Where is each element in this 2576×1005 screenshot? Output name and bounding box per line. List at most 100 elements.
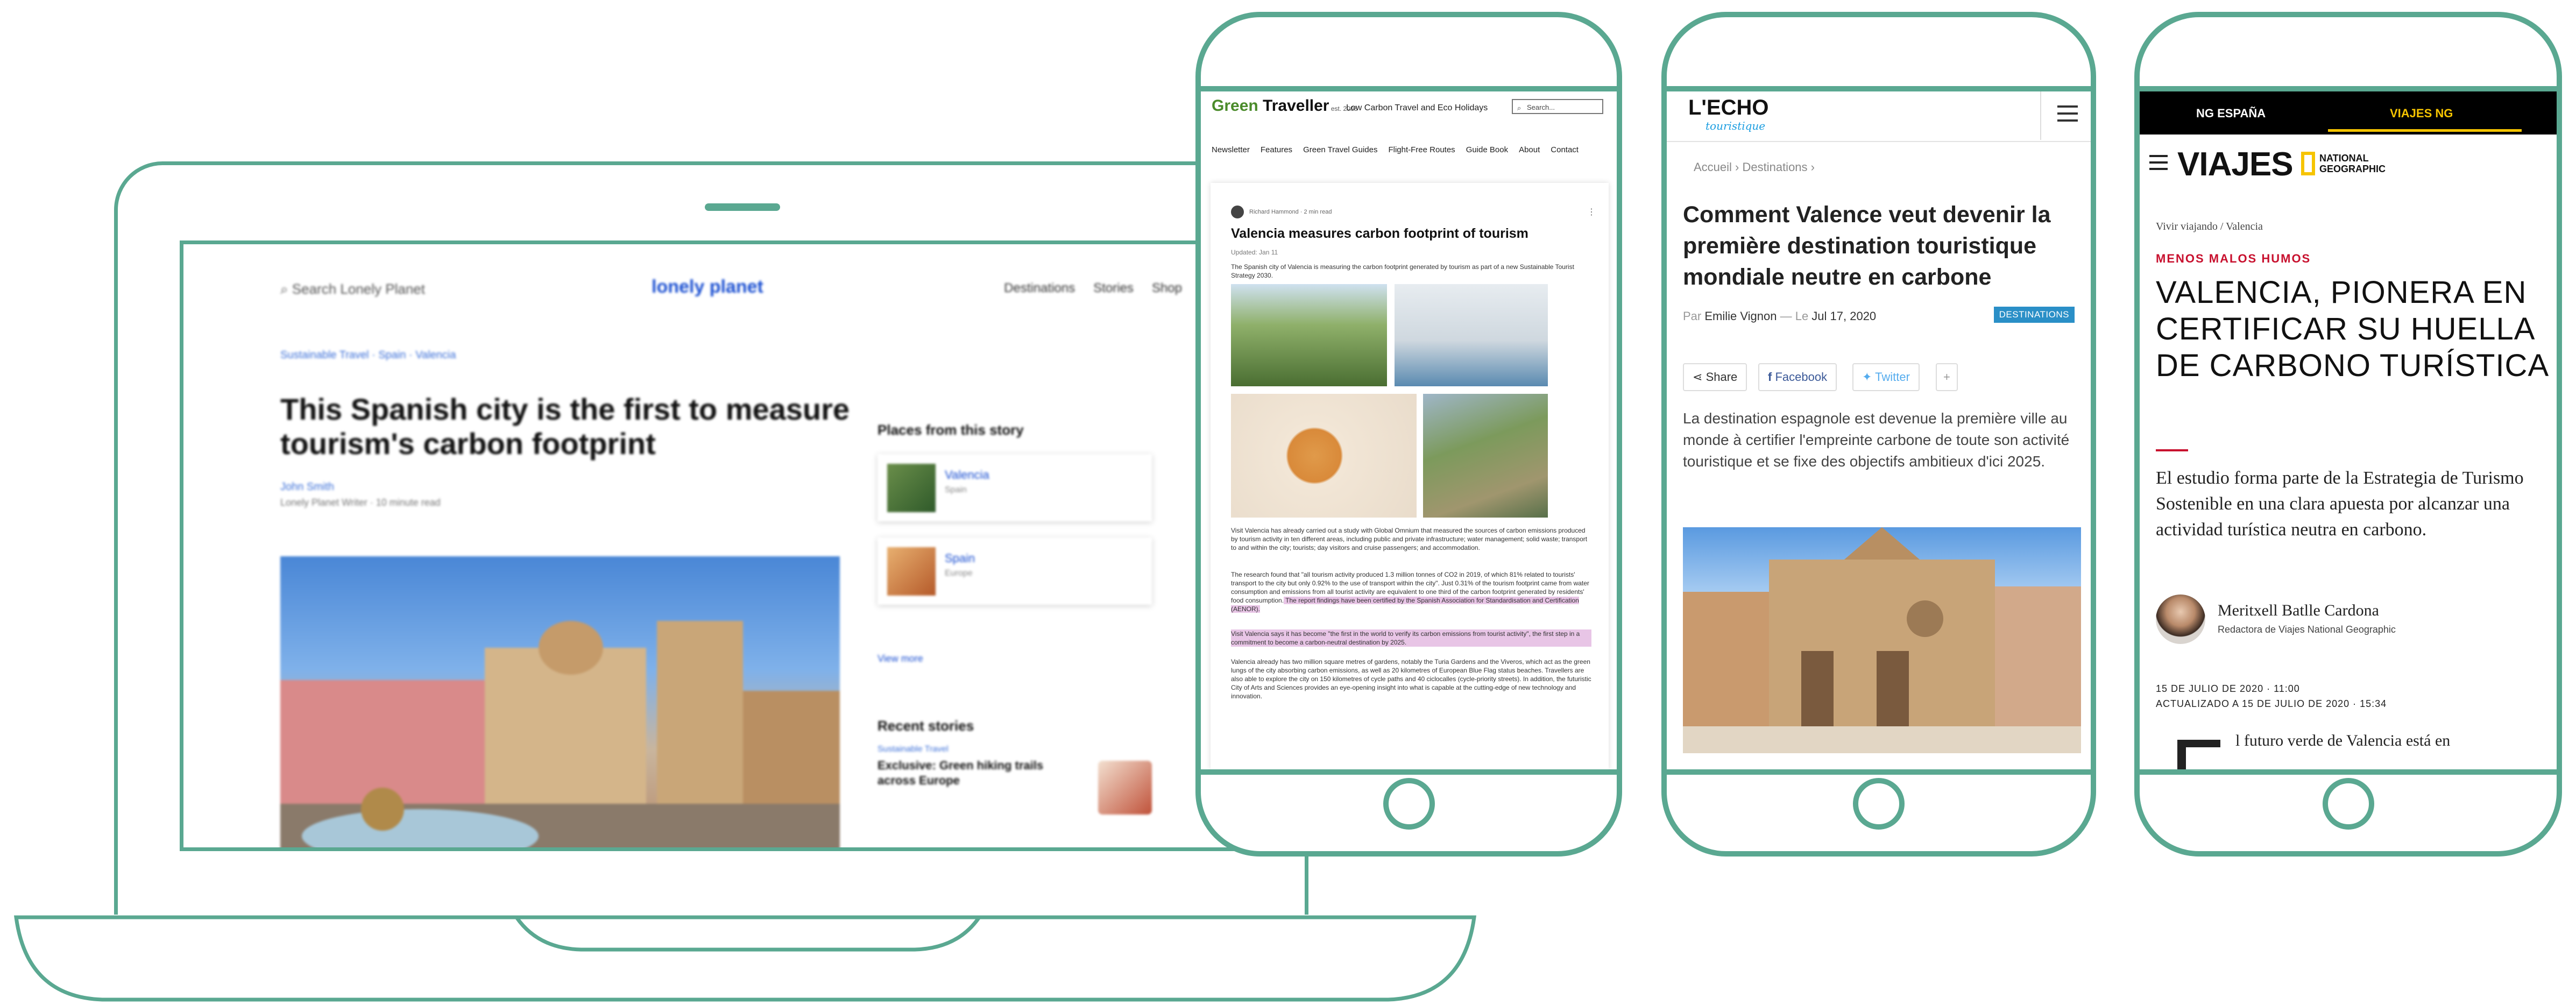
phone-screen: L'ECHO touristique Accueil › Destination… <box>1667 86 2091 775</box>
category-badge[interactable]: DESTINATIONS <box>1993 307 2075 323</box>
gt-nav-item[interactable]: Green Travel Guides <box>1303 145 1377 154</box>
ng-author[interactable]: Meritxell Batlle Cardona <box>2218 601 2379 620</box>
lp-breadcrumb[interactable]: Sustainable Travel · Spain · Valencia <box>280 349 456 362</box>
lp-author[interactable]: John Smith <box>280 481 334 493</box>
place-name: Spain <box>945 551 975 565</box>
gt-nav-item[interactable]: Guide Book <box>1466 145 1508 154</box>
gt-logo-green: Green <box>1212 97 1258 115</box>
ng-date: 15 DE JULIO DE 2020 · 11:00 <box>2156 683 2300 694</box>
breadcrumb[interactable]: Vivir viajando / Valencia <box>2156 221 2263 233</box>
tab-viajes-ng[interactable]: VIAJES NG <box>2390 107 2453 121</box>
place-thumbnail <box>887 547 936 596</box>
laptop-base <box>11 911 1480 1005</box>
twitter-button[interactable]: ✦ Twitter <box>1852 363 1920 391</box>
share-button[interactable]: ⋖ Share <box>1683 363 1747 391</box>
phone-green-traveller: Green Traveller est. 2006 Low Carbon Tra… <box>1195 12 1622 857</box>
gt-photo-paella <box>1231 394 1417 518</box>
twitter-label: Twitter <box>1875 370 1910 384</box>
gt-logo[interactable]: Green Traveller est. 2006 <box>1212 97 1357 115</box>
gt-nav: Newsletter Features Green Travel Guides … <box>1212 145 1579 154</box>
plus-icon: + <box>1943 370 1950 384</box>
place-name: Valencia <box>945 468 989 482</box>
ng-lead: El estudio forma parte de la Estrategia … <box>2156 468 2524 540</box>
home-button[interactable] <box>2322 778 2374 830</box>
lp-recent-title[interactable]: Exclusive: Green hiking trails across Eu… <box>877 758 1082 788</box>
lp-view-more-link[interactable]: View more <box>877 653 923 664</box>
viajes-logo[interactable]: VIAJES <box>2177 145 2294 183</box>
more-options-icon[interactable]: ⋮ <box>1587 207 1596 217</box>
gt-search-placeholder: Search... <box>1527 103 1555 111</box>
twitter-icon: ✦ <box>1862 370 1872 384</box>
gt-nav-item[interactable]: Contact <box>1551 145 1579 154</box>
hamburger-icon <box>2057 105 2078 126</box>
drop-cap-icon <box>2177 740 2220 747</box>
share-label: Share <box>1705 370 1738 384</box>
lp-recent-thumbnail[interactable] <box>1098 761 1152 815</box>
avatar[interactable] <box>2156 594 2205 644</box>
gt-photo-building <box>1395 284 1548 386</box>
facebook-icon: f <box>1768 370 1772 384</box>
ng-updated-date: ACTUALIZADO A 15 DE JULIO DE 2020 · 15:3… <box>2156 698 2387 709</box>
gt-search-input[interactable]: ⌕ Search... <box>1512 99 1603 114</box>
lp-nav-item[interactable]: Shop <box>1152 281 1182 296</box>
breadcrumb[interactable]: Accueil › Destinations › <box>1694 160 1815 174</box>
gt-nav-item[interactable]: Flight-Free Routes <box>1388 145 1455 154</box>
ng-author-role: Redactora de Viajes National Geographic <box>2218 624 2396 635</box>
tab-ng-espana[interactable]: NG ESPAÑA <box>2196 107 2266 121</box>
gt-photo-gardens <box>1231 284 1387 386</box>
byline-prefix: Par <box>1683 309 1705 323</box>
phone-viajes-ng: NG ESPAÑA VIAJES NG VIAJES NATIONAL GEOGR… <box>2134 12 2562 857</box>
natgeo-wordmark: NATIONAL GEOGRAPHIC <box>2319 153 2386 174</box>
gt-logo-traveller: Traveller <box>1258 97 1329 115</box>
lp-search-button[interactable]: ⌕ Search Lonely Planet <box>280 281 425 298</box>
active-tab-indicator <box>2328 129 2522 132</box>
gt-paragraph: Visit Valencia has already carried out a… <box>1231 527 1588 551</box>
lp-meta: Lonely Planet Writer · 10 minute read <box>280 497 441 508</box>
byline-date-prefix: — Le <box>1777 309 1812 323</box>
gt-nav-item[interactable]: Features <box>1261 145 1292 154</box>
lp-search-label: Search Lonely Planet <box>292 281 425 297</box>
menu-button[interactable] <box>2040 91 2091 140</box>
search-icon: ⌕ <box>1517 104 1521 112</box>
more-share-button[interactable]: + <box>1936 363 1958 391</box>
avatar[interactable] <box>1231 206 1244 218</box>
gt-author[interactable]: Richard Hammond · 2 min read <box>1249 209 1332 215</box>
lecho-article-title: Comment Valence veut devenir la première… <box>1683 202 2051 290</box>
natgeo-word: GEOGRAPHIC <box>2319 164 2386 174</box>
home-button[interactable] <box>1383 778 1435 830</box>
lecho-logo[interactable]: L'ECHO <box>1688 96 1769 120</box>
phone-screen: NG ESPAÑA VIAJES NG VIAJES NATIONAL GEOGR… <box>2140 86 2557 775</box>
kicker: MENOS MALOS HUMOS <box>2156 252 2311 265</box>
lp-nav-item[interactable]: Stories <box>1093 281 1134 296</box>
valencia-plaza-illustration <box>280 621 840 847</box>
phone-lecho: L'ECHO touristique Accueil › Destination… <box>1661 12 2096 857</box>
facebook-label: Facebook <box>1775 370 1828 384</box>
gt-article-title: Valencia measures carbon footprint of to… <box>1231 226 1528 241</box>
lp-place-card[interactable]: Valencia Spain <box>877 454 1152 521</box>
place-sub: Spain <box>945 485 967 494</box>
lp-nav: Destinations Stories Shop <box>1004 281 1182 296</box>
cathedral-illustration <box>1683 527 2081 753</box>
lp-nav-item[interactable]: Destinations <box>1004 281 1075 296</box>
divider <box>2156 449 2188 451</box>
gt-lead: The Spanish city of Valencia is measurin… <box>1231 263 1574 279</box>
lp-place-card[interactable]: Spain Europe <box>877 537 1152 605</box>
gt-nav-item[interactable]: Newsletter <box>1212 145 1250 154</box>
lecho-logo-sub: touristique <box>1705 119 1766 132</box>
laptop-screen: ⌕ Search Lonely Planet lonely planet Des… <box>180 240 1256 851</box>
facebook-button[interactable]: f Facebook <box>1758 363 1837 391</box>
natgeo-yellow-frame-icon <box>2301 152 2315 175</box>
ng-body-text: l futuro verde de Valencia está en <box>2235 732 2451 749</box>
hamburger-icon[interactable] <box>2149 155 2168 174</box>
place-sub: Europe <box>945 569 973 578</box>
search-icon: ⌕ <box>280 281 288 297</box>
lp-logo[interactable]: lonely planet <box>652 277 763 298</box>
byline-author[interactable]: Emilie Vignon <box>1704 309 1777 323</box>
home-button[interactable] <box>1853 778 1905 830</box>
share-icon: ⋖ <box>1693 370 1703 384</box>
cathedral-photo <box>1683 527 2081 753</box>
gt-tagline: Low Carbon Travel and Eco Holidays <box>1346 103 1488 112</box>
gt-paragraph: The research found that "all tourism act… <box>1231 570 1591 613</box>
lp-recent-tag[interactable]: Sustainable Travel <box>877 745 949 754</box>
gt-nav-item[interactable]: About <box>1519 145 1540 154</box>
